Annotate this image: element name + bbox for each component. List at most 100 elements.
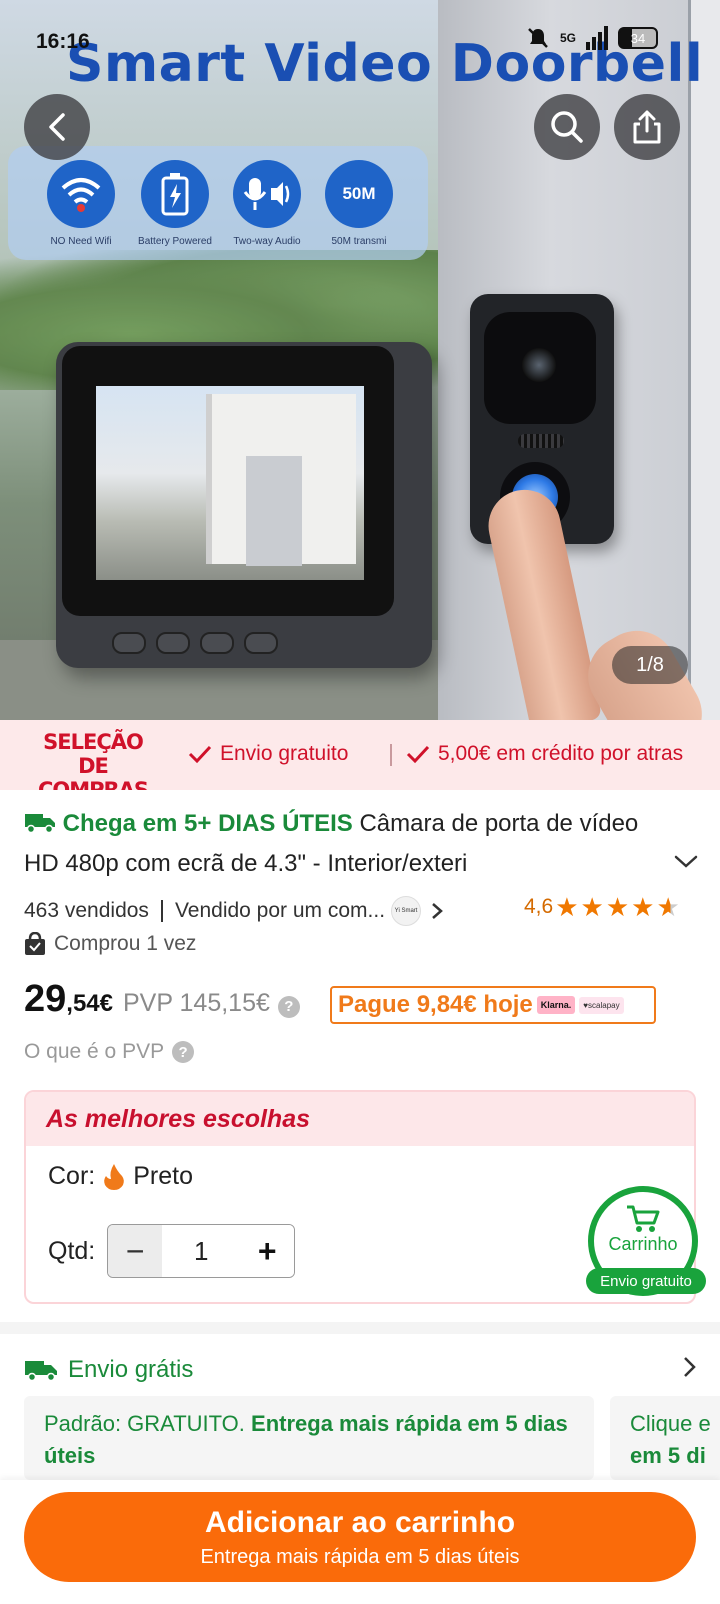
mute-icon — [528, 28, 548, 48]
search-icon — [551, 111, 583, 143]
promo-strip[interactable]: SELEÇÃO DE COMPRAS Envio gratuito 5,00€ … — [0, 720, 720, 790]
add-to-cart-subtitle: Entrega mais rápida em 5 dias úteis — [200, 1545, 520, 1568]
options-header: As melhores escolhas — [26, 1092, 694, 1146]
chevron-left-icon — [49, 113, 65, 141]
wifi-off-icon — [47, 160, 115, 228]
help-icon: ? — [172, 1041, 195, 1063]
battery-level: 34 — [630, 30, 646, 46]
promo-free-shipping: Envio gratuito — [188, 742, 348, 766]
share-button[interactable] — [614, 94, 680, 160]
increase-button[interactable]: + — [240, 1225, 295, 1277]
battery-status-icon: 34 — [618, 27, 658, 49]
feature-item: NO Need Wifi — [36, 160, 126, 247]
range-icon: 50M — [325, 160, 393, 228]
product-image[interactable]: Smart Video Doorbell NO Need Wifi Batter… — [0, 0, 720, 720]
color-selector[interactable]: Cor: Preto — [48, 1162, 193, 1191]
status-icons: 5G 34 — [526, 26, 658, 50]
status-bar: 16:16 5G 34 — [0, 0, 720, 80]
promo-brand-line: SELEÇÃO — [43, 730, 144, 754]
screen-door — [246, 456, 302, 566]
cart-label: Carrinho — [608, 1234, 678, 1254]
chevron-down-icon[interactable] — [670, 846, 702, 878]
quantity-stepper[interactable]: − 1 + — [107, 1224, 296, 1278]
monitor-buttons — [112, 632, 382, 658]
add-to-cart-label: Adicionar ao carrinho — [204, 1505, 516, 1539]
status-time: 16:16 — [36, 30, 90, 53]
chevron-right-icon[interactable] — [680, 1354, 700, 1380]
star-icon: ★ — [580, 892, 604, 922]
cart-button[interactable]: Carrinho Envio gratuito — [586, 1186, 706, 1296]
flame-icon — [104, 1163, 125, 1190]
promo-brand-line: DE COMPRAS — [37, 754, 149, 790]
feature-caption: 50M transmi — [331, 236, 387, 247]
quantity-row: Qtd: − 1 + — [48, 1224, 296, 1278]
range-badge: 50M — [342, 184, 376, 203]
feature-panel: NO Need Wifi Battery Powered Two-way Aud… — [8, 146, 428, 260]
rrp-info-label: O que é o PVP — [24, 1040, 165, 1063]
feature-caption: Two-way Audio — [233, 236, 301, 247]
check-icon — [406, 745, 430, 764]
monitor-screen — [96, 386, 364, 580]
quantity-value[interactable]: 1 — [162, 1225, 241, 1277]
share-icon — [633, 110, 661, 144]
feature-caption: NO Need Wifi — [50, 236, 112, 247]
klarna-logo: Klarna. — [536, 996, 576, 1014]
section-divider — [0, 1322, 720, 1334]
bottom-bar: Adicionar ao carrinho Entrega mais rápid… — [0, 1480, 720, 1604]
color-label: Cor: — [48, 1162, 96, 1190]
promo-item-label: 5,00€ em crédito por atras — [438, 742, 684, 765]
signal-icon — [586, 26, 608, 50]
delivery-truck-icon — [25, 814, 55, 834]
star-icon: ★ — [605, 892, 630, 922]
quantity-label: Qtd: — [48, 1236, 96, 1265]
monitor-bezel — [62, 346, 394, 616]
color-value: Preto — [133, 1162, 193, 1190]
monitor-device — [56, 342, 432, 668]
title-fade — [560, 844, 660, 884]
shipping-option-standard[interactable]: Padrão: GRATUITO. Entrega mais rápida em… — [24, 1396, 594, 1480]
cart-icon — [627, 1205, 660, 1232]
search-button[interactable] — [534, 94, 600, 160]
background-door-frame — [688, 0, 720, 720]
shipping-header[interactable]: Envio grátis — [24, 1350, 696, 1390]
shipping-header-label: Envio grátis — [68, 1356, 194, 1383]
feature-caption: Battery Powered — [138, 236, 212, 247]
network-label: 5G — [559, 31, 576, 45]
half-star-icon: ★ — [656, 892, 680, 922]
promo-divider — [390, 744, 392, 766]
chevron-right-icon[interactable] — [427, 901, 447, 921]
battery-icon — [141, 160, 209, 228]
feature-item: Two-way Audio — [222, 160, 312, 247]
back-button[interactable] — [24, 94, 90, 160]
feature-item: 50M 50M transmi — [314, 160, 404, 247]
star-icon: ★ — [555, 892, 579, 922]
decrease-button[interactable]: − — [108, 1225, 163, 1277]
doorbell-speaker — [518, 434, 564, 448]
seller-logo: Yi Smart — [391, 896, 422, 926]
rating-value: 4,6 — [524, 895, 554, 918]
pay-today-label: Pague 9,84€ hoje — [338, 991, 533, 1018]
purchase-history: Comprou 1 vez — [24, 932, 196, 956]
shipping-option-label: Clique e — [630, 1411, 711, 1436]
price-integer: 29 — [24, 978, 67, 1020]
rrp-info-link[interactable]: O que é o PVP ? — [24, 1040, 195, 1064]
doorbell-camera — [484, 312, 596, 424]
check-icon — [188, 745, 212, 764]
divider — [160, 900, 163, 922]
promo-item-label: Envio gratuito — [220, 742, 349, 765]
purchase-history-label: Comprou 1 vez — [54, 932, 197, 955]
pay-today-badge[interactable]: Pague 9,84€ hoje Klarna. ♥scalapay — [330, 986, 656, 1024]
promo-brand: SELEÇÃO DE COMPRAS — [20, 730, 166, 790]
sold-count: 463 vendidos — [24, 899, 149, 922]
help-icon[interactable]: ? — [277, 995, 300, 1018]
delivery-tag: Chega em 5+ DIAS ÚTEIS — [62, 810, 353, 837]
shipping-option-eta: em 5 di — [630, 1443, 706, 1468]
rating[interactable]: 4,6 ★ ★ ★ ★ ★ — [524, 894, 680, 920]
shipping-option-pickup[interactable]: Clique e em 5 di — [610, 1396, 720, 1480]
delivery-truck-icon — [25, 1361, 57, 1382]
scalapay-logo: ♥scalapay — [579, 996, 624, 1014]
star-icon: ★ — [631, 892, 655, 922]
seller-link[interactable]: Vendido por um com... — [175, 899, 385, 923]
shipping-option-label: Padrão: GRATUITO. — [44, 1411, 252, 1436]
add-to-cart-button[interactable]: Adicionar ao carrinho Entrega mais rápid… — [24, 1492, 696, 1582]
